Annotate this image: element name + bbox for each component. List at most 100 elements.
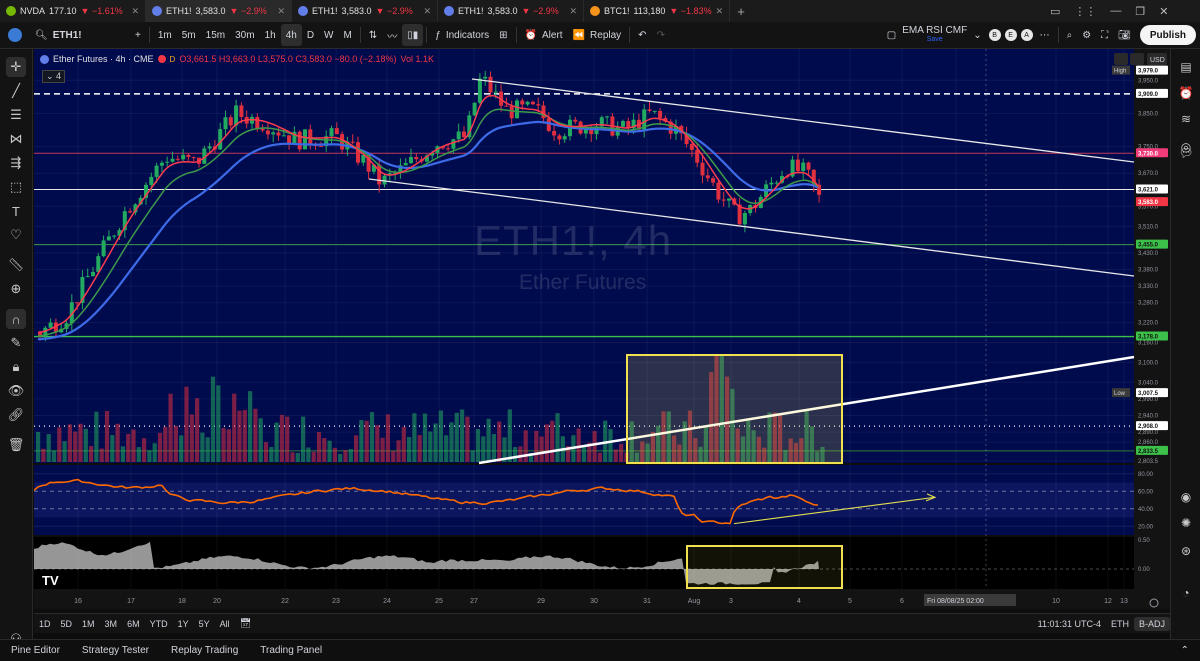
browser-tab[interactable]: ETH1! 3,583.0 ▼ −2.9% ✕	[146, 0, 292, 22]
chart-area[interactable]: 3,950.0 3,850.0 3,750.0 3,670.0 3,570.0 3,510…	[34, 49, 1170, 609]
range-1M[interactable]: 1M	[77, 619, 100, 629]
ideas-icon[interactable]: ✺	[1178, 515, 1194, 531]
candle-body	[181, 154, 186, 160]
indicators-button[interactable]: ƒ Indicators	[430, 24, 494, 46]
layout-letter-A[interactable]: A	[1020, 29, 1033, 41]
layout-letter-B[interactable]: B	[988, 29, 1001, 41]
settings-icon[interactable]: ⚙	[1077, 24, 1096, 46]
close-tab-icon[interactable]: ✕	[131, 6, 139, 17]
eth-logo-icon	[40, 54, 49, 64]
lock-drawing-icon[interactable]: ✎	[6, 333, 26, 353]
interval-W[interactable]: W	[319, 24, 338, 46]
fullscreen-icon[interactable]: ⛶	[1096, 24, 1113, 46]
maximize-icon[interactable]: ❐	[1135, 5, 1145, 18]
notifications-icon[interactable]: ◔	[1178, 585, 1194, 601]
redo-icon[interactable]: ↷	[652, 24, 670, 46]
minimize-icon[interactable]: —	[1110, 5, 1121, 17]
price-tick-label: 2,803.5	[1138, 459, 1159, 465]
radio-icon[interactable]: ◉	[1178, 489, 1194, 505]
interval-1m[interactable]: 1m	[153, 24, 177, 46]
alert-button[interactable]: ⏰ Alert	[520, 24, 568, 46]
candles-icon[interactable]: ▯▮	[402, 24, 424, 46]
interval-1h[interactable]: 1h	[260, 24, 281, 46]
symbol-search[interactable]: 🔍︎ ETH1!	[30, 24, 130, 46]
more-icon[interactable]: ⋯	[1035, 24, 1055, 46]
browser-tab[interactable]: ETH1! 3,583.0 ▼ −2.9% ✕	[438, 0, 584, 22]
crosshair-icon[interactable]: ✛	[6, 57, 26, 77]
panel-tab[interactable]: Pine Editor	[0, 645, 71, 656]
collapse-panel-icon[interactable]: ⌃	[1170, 645, 1200, 656]
adjust-button[interactable]: B-ADJ	[1133, 616, 1170, 631]
fib-icon[interactable]: ☰	[6, 105, 26, 125]
new-tab-button[interactable]: +	[730, 4, 752, 19]
interval-5m[interactable]: 5m	[177, 24, 201, 46]
layout-letter-E[interactable]: E	[1004, 29, 1017, 41]
browser-tab[interactable]: BTC1! 113,180 ▼ −1.83% ✕	[584, 0, 730, 22]
range-5D[interactable]: 5D	[56, 619, 78, 629]
interval-D[interactable]: D	[302, 24, 319, 46]
range-1Y[interactable]: 1Y	[173, 619, 194, 629]
range-All[interactable]: All	[215, 619, 235, 629]
grid-icon[interactable]: ⋮⋮	[1074, 5, 1096, 18]
range-5Y[interactable]: 5Y	[194, 619, 215, 629]
close-tab-icon[interactable]: ✕	[423, 6, 431, 17]
range-1D[interactable]: 1D	[34, 619, 56, 629]
close-tab-icon[interactable]: ✕	[569, 6, 577, 17]
interval-M[interactable]: M	[339, 24, 357, 46]
text-icon[interactable]: T	[6, 201, 26, 221]
close-tab-icon[interactable]: ✕	[277, 6, 285, 17]
pattern-icon[interactable]: ⋈	[6, 129, 26, 149]
trendline-icon[interactable]: ╱	[6, 81, 26, 101]
watchlist-icon[interactable]: ▤	[1178, 59, 1194, 75]
projection-icon[interactable]: ⇶	[6, 153, 26, 173]
bar-type-icon[interactable]: ⇅	[364, 24, 382, 46]
clock[interactable]: 11:01:31 UTC-4	[1033, 619, 1106, 629]
replay-button[interactable]: ⏪ Replay	[568, 24, 627, 46]
range-YTD[interactable]: YTD	[145, 619, 173, 629]
help-icon[interactable]: ⊛	[1178, 543, 1194, 559]
heart-icon[interactable]: ♡	[6, 225, 26, 245]
publish-button[interactable]: Publish	[1136, 24, 1200, 46]
close-tab-icon[interactable]: ✕	[716, 6, 724, 17]
indicators-collapse-button[interactable]: ⌄ 4	[42, 70, 66, 83]
link-icon[interactable]: 🔗︎	[6, 405, 26, 425]
range-3M[interactable]: 3M	[100, 619, 123, 629]
screenshot-icon[interactable]: 📷︎	[1113, 24, 1136, 46]
chat-icon[interactable]: 💬︎	[1178, 145, 1194, 161]
window-layout-icon[interactable]: ▭	[1050, 5, 1060, 18]
quick-search-icon[interactable]: ⌕	[1062, 24, 1078, 46]
price-tick-label: 2,890.0	[1138, 430, 1159, 436]
candle-body	[716, 182, 721, 200]
interval-15m[interactable]: 15m	[201, 24, 230, 46]
panel-tab[interactable]: Strategy Tester	[71, 645, 160, 656]
candle-body	[85, 276, 90, 278]
date-range-icon[interactable]: 📅︎	[235, 618, 256, 629]
layers-icon[interactable]: ≋	[1178, 111, 1194, 127]
panel-tab[interactable]: Replay Trading	[160, 645, 249, 656]
layout-button[interactable]: ▢ EMA RSI CMF Save ⌄	[882, 24, 987, 46]
range-6M[interactable]: 6M	[122, 619, 145, 629]
panel-tab[interactable]: Trading Panel	[249, 645, 333, 656]
undo-icon[interactable]: ↶	[633, 24, 651, 46]
magnet-icon[interactable]: ∩	[6, 309, 26, 329]
zoom-icon[interactable]: ⊕	[6, 279, 26, 299]
shapes-icon[interactable]: ⬚	[6, 177, 26, 197]
ruler-icon[interactable]: 📏︎	[6, 255, 26, 275]
chart-canvas[interactable]: 3,950.03,850.03,750.03,670.03,570.03,510…	[34, 49, 1170, 609]
close-window-icon[interactable]: ✕	[1159, 5, 1168, 18]
eye-icon[interactable]: 👁︎	[6, 381, 26, 401]
candle-body	[520, 100, 525, 105]
session-symbol[interactable]: ETH	[1106, 619, 1134, 629]
alerts-clock-icon[interactable]: ⏰	[1178, 85, 1194, 101]
line-type-icon[interactable]: 〰	[382, 24, 402, 46]
interval-30m[interactable]: 30m	[230, 24, 259, 46]
browser-tab[interactable]: ETH1! 3,583.0 ▼ −2.9% ✕	[292, 0, 438, 22]
interval-4h[interactable]: 4h	[280, 24, 302, 46]
browser-tab[interactable]: NVDA 177.10 ▼ −1.61% ✕	[0, 0, 146, 22]
add-symbol-button[interactable]: +	[130, 24, 146, 46]
right-sidebar: ▤ ⏰ ≋ ◎ 💬︎ ◉ ✺ ⊛ ◔	[1170, 49, 1200, 639]
trash-icon[interactable]: 🗑︎	[6, 435, 26, 455]
lock-icon[interactable]: 🔒︎	[6, 357, 26, 377]
avatar[interactable]	[0, 24, 30, 46]
templates-icon[interactable]: ⊞	[494, 24, 512, 46]
